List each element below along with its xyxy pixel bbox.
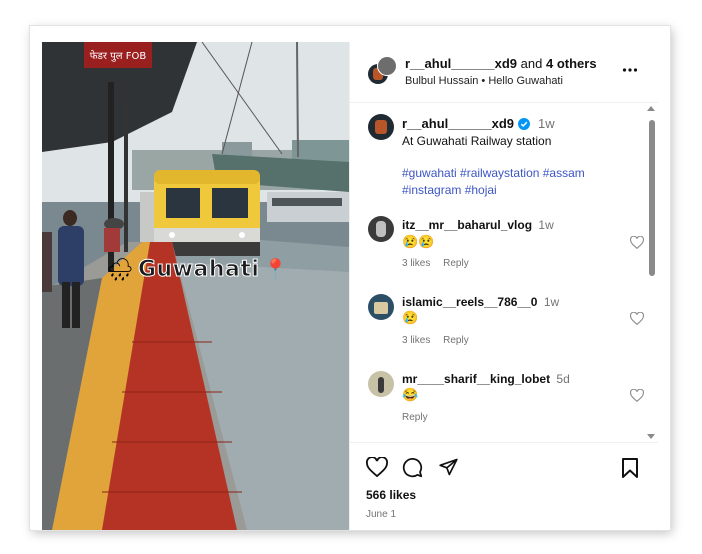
- likes-count[interactable]: 566 likes: [366, 488, 416, 502]
- station-sign: फेडर पुल FOB: [90, 50, 147, 62]
- railway-scene: फेडर पुल FOB: [42, 42, 349, 530]
- location-overlay: 🌧 Guwahati 📍: [106, 256, 289, 283]
- comment-text: 😢: [402, 310, 419, 325]
- post-panel: r__ahul______xd9 and 4 others Bulbul Hus…: [349, 42, 658, 530]
- action-bar: 566 likes June 1: [350, 442, 658, 531]
- caption-username[interactable]: r__ahul______xd9: [402, 116, 514, 131]
- caption-time[interactable]: 1w: [538, 116, 555, 131]
- share-icon: [438, 457, 459, 477]
- others-link[interactable]: 4 others: [546, 56, 597, 71]
- scroll-down-icon[interactable]: [647, 434, 655, 439]
- comment-button[interactable]: [402, 457, 423, 478]
- collaborator-avatar[interactable]: [377, 56, 397, 76]
- header-username[interactable]: r__ahul______xd9: [405, 56, 517, 71]
- caption-avatar[interactable]: [368, 114, 394, 140]
- and-text: and: [520, 56, 543, 71]
- verified-icon: [518, 117, 531, 130]
- caption-hashtags-1[interactable]: #guwahati #railwaystation #assam: [402, 166, 585, 180]
- comment-reply[interactable]: Reply: [402, 412, 428, 423]
- comment-likes[interactable]: 3 likes: [402, 335, 430, 346]
- comment-time[interactable]: 1w: [544, 295, 559, 309]
- comment-reply[interactable]: Reply: [443, 258, 469, 269]
- share-button[interactable]: [438, 457, 459, 477]
- comment-reply[interactable]: Reply: [443, 335, 469, 346]
- header-subtitle[interactable]: Bulbul Hussain • Hello Guwahati: [405, 75, 563, 87]
- post-header: r__ahul______xd9 and 4 others Bulbul Hus…: [350, 42, 658, 103]
- comment-username[interactable]: itz__mr__baharul_vlog: [402, 218, 532, 232]
- heart-icon[interactable]: [630, 389, 644, 402]
- post-window: फेडर पुल FOB 🌧 Guwahati 📍 r__ahul______x…: [30, 26, 670, 530]
- post-video[interactable]: फेडर पुल FOB 🌧 Guwahati 📍: [42, 42, 349, 530]
- comment-text: 😢😢: [402, 234, 435, 249]
- more-icon[interactable]: [622, 62, 638, 78]
- caption-hashtags-2[interactable]: #instagram #hojai: [402, 183, 497, 197]
- comment-username[interactable]: mr____sharif__king_lobet: [402, 372, 550, 386]
- comment-username[interactable]: islamic__reels__786__0: [402, 295, 537, 309]
- overlay-text: Guwahati: [137, 257, 260, 283]
- scroll-up-icon[interactable]: [647, 106, 655, 111]
- like-button[interactable]: [366, 457, 388, 477]
- comment-text: 😂: [402, 387, 419, 402]
- comment-avatar[interactable]: [368, 371, 394, 397]
- comment-avatar[interactable]: [368, 294, 394, 320]
- heart-icon[interactable]: [630, 236, 644, 249]
- comment-icon: [402, 457, 423, 478]
- heart-icon: [366, 457, 388, 477]
- heart-icon[interactable]: [630, 312, 644, 325]
- comment-avatar[interactable]: [368, 216, 394, 242]
- bookmark-icon: [622, 458, 638, 478]
- comment-likes[interactable]: 3 likes: [402, 258, 430, 269]
- scrollbar-thumb[interactable]: [649, 120, 655, 276]
- pin-icon: 📍: [263, 258, 289, 281]
- comment-time[interactable]: 1w: [538, 218, 553, 232]
- rain-cloud-icon: 🌧: [106, 256, 134, 282]
- comment-time[interactable]: 5d: [556, 372, 569, 386]
- caption-text: At Guwahati Railway station: [402, 134, 552, 148]
- save-button[interactable]: [622, 458, 638, 478]
- post-date[interactable]: June 1: [366, 509, 396, 520]
